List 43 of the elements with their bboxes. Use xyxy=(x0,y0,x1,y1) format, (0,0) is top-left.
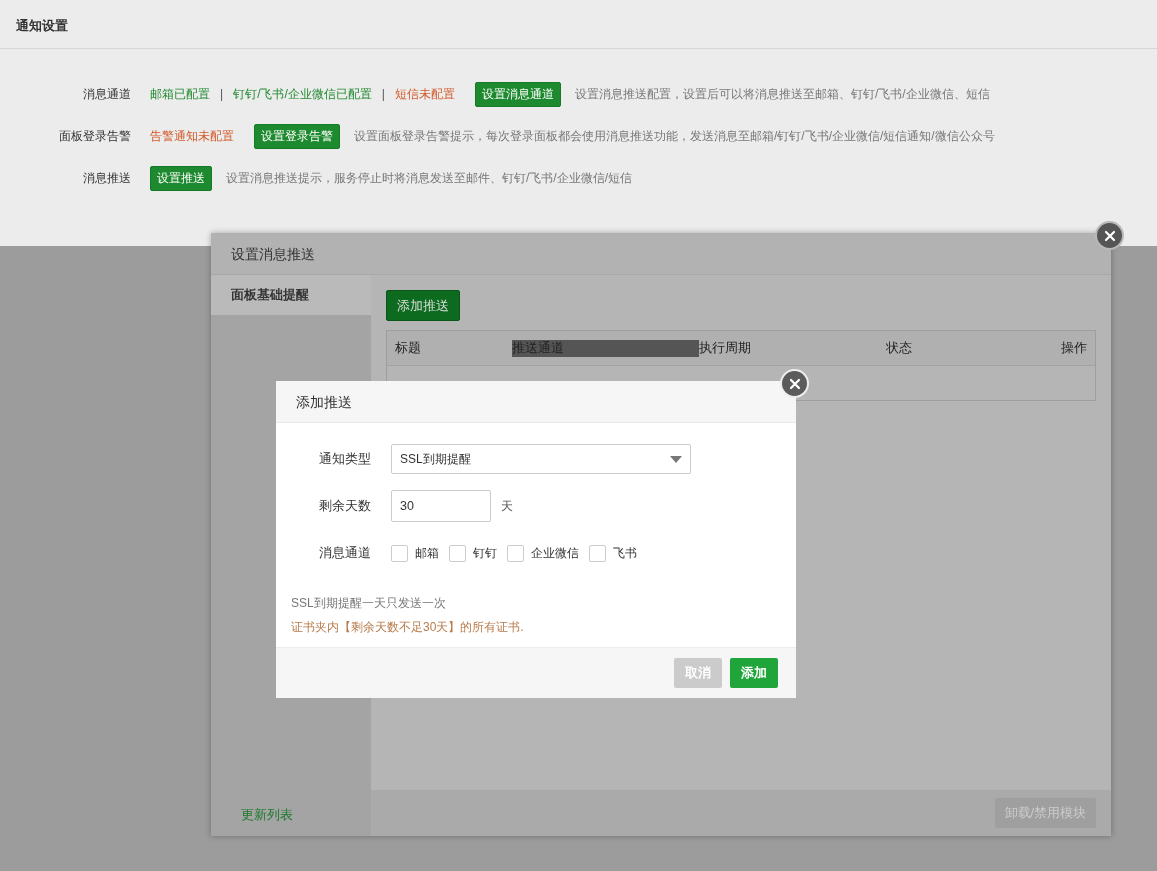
description: 设置面板登录告警提示，每次登录面板都会使用消息推送功能，发送消息至邮箱/钉钉/飞书/企业微信/短信通知/微信公众号 xyxy=(354,127,995,145)
field-label: 消息通道 xyxy=(318,544,371,562)
setting-label: 面板登录告警 xyxy=(58,127,131,145)
column-header: 状态 xyxy=(886,339,913,357)
page-title: 通知设置 xyxy=(0,0,1157,49)
status-text: 告警通知未配置 xyxy=(150,127,234,145)
status-text: 短信未配置 xyxy=(394,85,455,103)
description: 设置消息推送提示，服务停止时将消息发送至邮件、钉钉/飞书/企业微信/短信 xyxy=(226,169,632,187)
field-label: 通知类型 xyxy=(318,450,371,468)
add-button[interactable]: 添加 xyxy=(730,658,778,688)
checkbox[interactable] xyxy=(507,544,524,562)
description: 设置消息推送配置，设置后可以将消息推送至邮箱、钉钉/飞书/企业微信、短信 xyxy=(574,85,990,103)
column-header: 操作 xyxy=(1061,339,1087,357)
type-select[interactable]: SSL到期提醒 xyxy=(391,444,691,474)
refresh-link[interactable]: 更新列表 xyxy=(211,807,371,836)
note-text: 证书夹内【剩余天数不足30天】的所有证书. xyxy=(291,619,525,636)
checkbox-label: 邮箱 xyxy=(415,544,439,562)
unit-label: 天 xyxy=(501,497,513,515)
separator: | xyxy=(220,87,224,101)
setting-label: 消息推送 xyxy=(82,169,131,187)
field-label: 剩余天数 xyxy=(318,497,371,515)
checkbox-label: 飞书 xyxy=(613,544,637,562)
modal-title: 添加推送 xyxy=(296,395,352,410)
days-field[interactable]: 30 xyxy=(391,490,491,522)
setting-button[interactable]: 设置登录告警 xyxy=(254,123,340,149)
setting-button[interactable]: 设置推送 xyxy=(150,165,212,191)
checkbox[interactable] xyxy=(391,544,408,562)
checkbox-label: 钉钉 xyxy=(473,544,497,562)
checkbox-label: 企业微信 xyxy=(531,544,579,562)
setting-button[interactable]: 设置消息通道 xyxy=(474,81,561,107)
note-text: SSL到期提醒一天只发送一次 xyxy=(291,595,447,612)
status-text: 钉钉/飞书/企业微信已配置 xyxy=(233,85,372,103)
column-header: 执行周期 xyxy=(699,339,752,357)
checkbox[interactable] xyxy=(589,544,606,562)
status-text: 邮箱已配置 xyxy=(150,85,210,103)
add-push-button[interactable]: 添加推送 xyxy=(386,290,460,321)
separator: | xyxy=(381,87,385,101)
column-header: 标题 xyxy=(395,339,422,357)
checkbox[interactable] xyxy=(449,544,466,562)
sidebar-item[interactable]: 面板基础提醒 xyxy=(211,275,371,315)
dialog-title: 设置消息推送 xyxy=(231,246,315,262)
caret-icon xyxy=(670,455,682,463)
setting-label: 消息通道 xyxy=(82,85,131,103)
